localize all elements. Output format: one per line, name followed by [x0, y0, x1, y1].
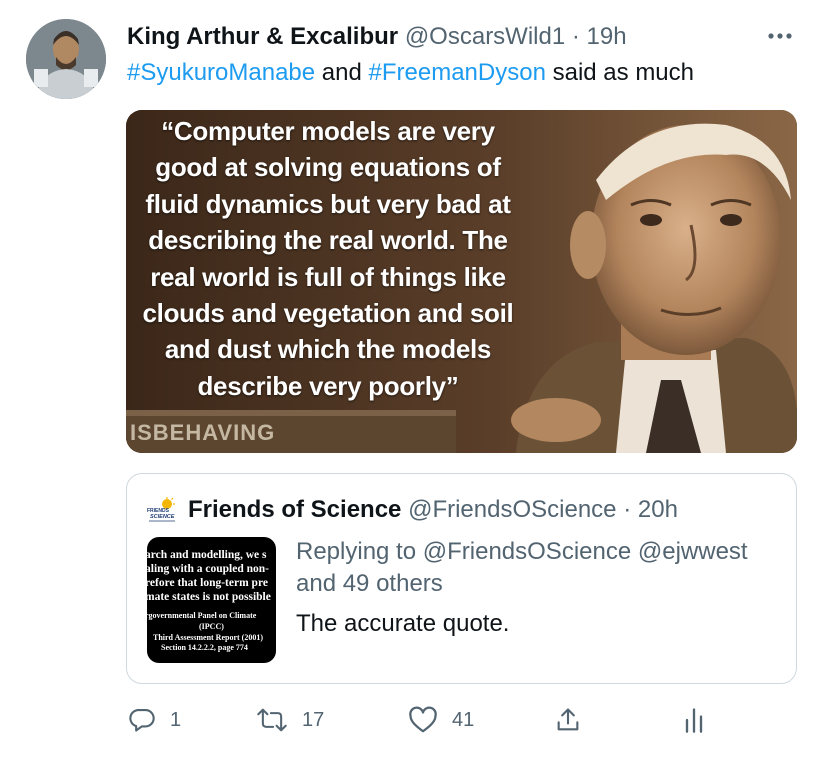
quoted-author-handle[interactable]: @FriendsOScience — [408, 496, 616, 523]
share-icon — [554, 706, 582, 734]
retweet-button[interactable]: 17 — [256, 700, 324, 740]
book-spine-text: ISBEHAVING — [130, 420, 276, 445]
replying-to-label: Replying to — [296, 538, 423, 565]
quote-line: clouds and vegetation and soil — [142, 298, 514, 329]
thumbnail-line: Section 14.2.2.2, page 774 — [161, 643, 248, 652]
tweet-text-suffix: said as much — [545, 59, 695, 86]
timestamp[interactable]: 19h — [587, 23, 627, 50]
tweet: King Arthur & Excalibur @OscarsWild1 · 1… — [0, 0, 817, 768]
tweet-text: #SyukuroManabe and #FreemanDyson said as… — [127, 56, 694, 90]
reply-icon — [128, 706, 156, 734]
avatar[interactable] — [26, 19, 106, 99]
thumbnail-line: refore that long-term pre — [147, 577, 268, 589]
thumbnail-line: (IPCC) — [199, 622, 224, 631]
separator-dot: · — [571, 23, 580, 50]
quote-line: and dust which the models — [164, 334, 492, 365]
like-button[interactable]: 41 — [408, 700, 474, 740]
quote-line: real world is full of things like — [150, 261, 506, 292]
media-quote-text: “Computer models are very good at solvin… — [130, 113, 526, 404]
analytics-button[interactable] — [682, 700, 706, 740]
replying-to: Replying to @FriendsOScience @ejwwest and… — [296, 536, 766, 600]
thumbnail-line: mate states is not possible — [147, 591, 271, 603]
thumbnail-line: aling with a coupled non- — [147, 563, 269, 575]
tweet-header: King Arthur & Excalibur @OscarsWild1 · 1… — [127, 20, 787, 54]
replying-to-others[interactable]: and 49 others — [296, 570, 443, 597]
quoted-tweet-header: Friends of Science @FriendsOScience · 20… — [188, 494, 678, 526]
retweet-count: 17 — [302, 708, 325, 731]
heart-icon — [408, 706, 438, 734]
more-horizontal-icon[interactable] — [764, 20, 796, 52]
author-name[interactable]: King Arthur & Excalibur — [127, 23, 398, 50]
like-count: 41 — [452, 708, 475, 731]
quoted-author-name[interactable]: Friends of Science — [188, 496, 401, 523]
thumbnail-line: arch and modelling, we s — [147, 549, 267, 561]
quote-line: good at solving equations of — [155, 152, 501, 183]
quote-line: “Computer models are very — [161, 116, 495, 146]
share-button[interactable] — [554, 700, 582, 740]
thumbnail-line: Third Assessment Report (2001) — [153, 633, 263, 642]
action-bar: 1 17 41 — [0, 700, 817, 740]
quote-line: describing the real world. The — [148, 225, 508, 256]
replying-to-users[interactable]: @FriendsOScience @ejwwest — [423, 538, 748, 565]
tweet-text-connector: and — [315, 59, 369, 86]
analytics-icon — [682, 706, 706, 734]
author-handle[interactable]: @OscarsWild1 — [405, 23, 565, 50]
thumbnail-line: rgovernmental Panel on Climate — [147, 611, 257, 620]
logo-text-science: SCIENCE — [150, 514, 175, 520]
quoted-timestamp[interactable]: 20h — [638, 496, 678, 523]
separator-dot: · — [623, 496, 632, 523]
retweet-icon — [256, 706, 288, 734]
hashtag-freemandyson[interactable]: #FreemanDyson — [369, 59, 546, 86]
reply-count: 1 — [170, 708, 182, 731]
quoted-media-thumbnail[interactable]: arch and modelling, we s aling with a co… — [147, 537, 276, 663]
quote-line: fluid dynamics but very bad at — [145, 188, 511, 219]
quote-line: describe very poorly” — [197, 370, 459, 401]
reply-button[interactable]: 1 — [128, 700, 181, 740]
quoted-tweet-text: The accurate quote. — [296, 610, 510, 637]
friends-of-science-logo: FRIENDS SCIENCE — [147, 497, 177, 523]
hashtag-syukuromanabe[interactable]: #SyukuroManabe — [127, 59, 315, 86]
